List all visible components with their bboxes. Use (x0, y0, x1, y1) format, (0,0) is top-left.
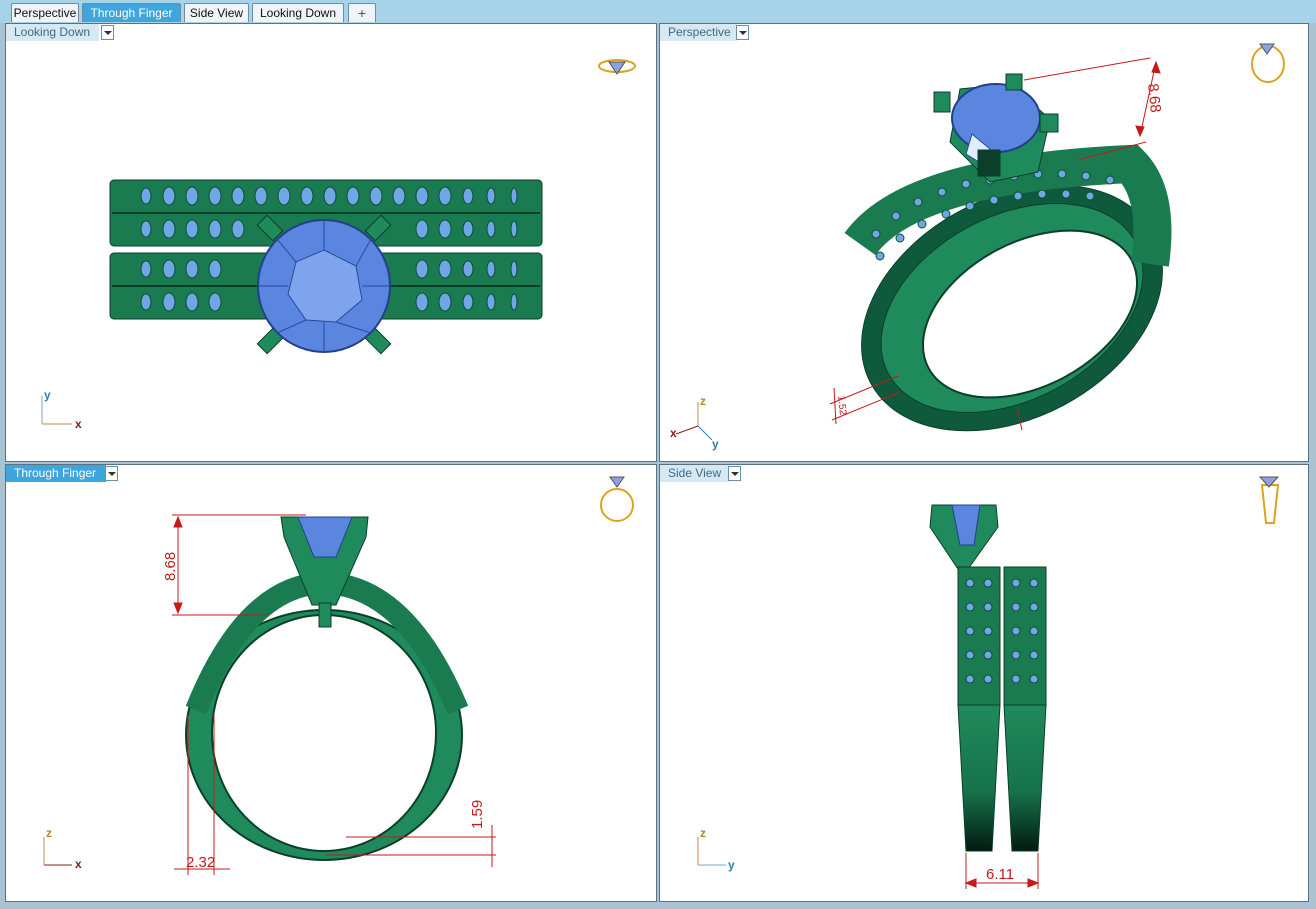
axis-indicator: y x (44, 388, 82, 431)
tab-looking-down[interactable]: Looking Down (252, 3, 344, 22)
tab-perspective[interactable]: Perspective (11, 3, 79, 22)
svg-text:z: z (700, 394, 706, 408)
svg-text:z: z (700, 826, 706, 840)
svg-text:x: x (75, 417, 82, 431)
svg-text:z: z (46, 826, 52, 840)
svg-text:y: y (44, 388, 51, 402)
viewport-tab-bar: Perspective Through Finger Side View Loo… (0, 0, 1316, 23)
axis-indicator: z y (700, 826, 735, 872)
viewport-perspective[interactable]: 8.68 1.52 Perspective z x y (659, 23, 1309, 462)
tab-through-finger[interactable]: Through Finger (82, 3, 181, 22)
svg-text:y: y (728, 858, 735, 872)
viewport-side-view[interactable]: 6.11 Side View z y (659, 464, 1309, 902)
tab-side-view[interactable]: Side View (184, 3, 249, 22)
axis-indicator: z x y (670, 394, 719, 451)
viewport-looking-down[interactable]: Looking Down y x (5, 23, 657, 462)
add-tab-button[interactable]: + (348, 3, 376, 22)
svg-text:x: x (670, 426, 677, 440)
svg-text:x: x (75, 857, 82, 871)
svg-text:y: y (712, 437, 719, 451)
axis-indicator: z x (46, 826, 82, 871)
viewport-through-finger[interactable]: 8.68 2.32 1.59 Through Finger z x (5, 464, 657, 902)
